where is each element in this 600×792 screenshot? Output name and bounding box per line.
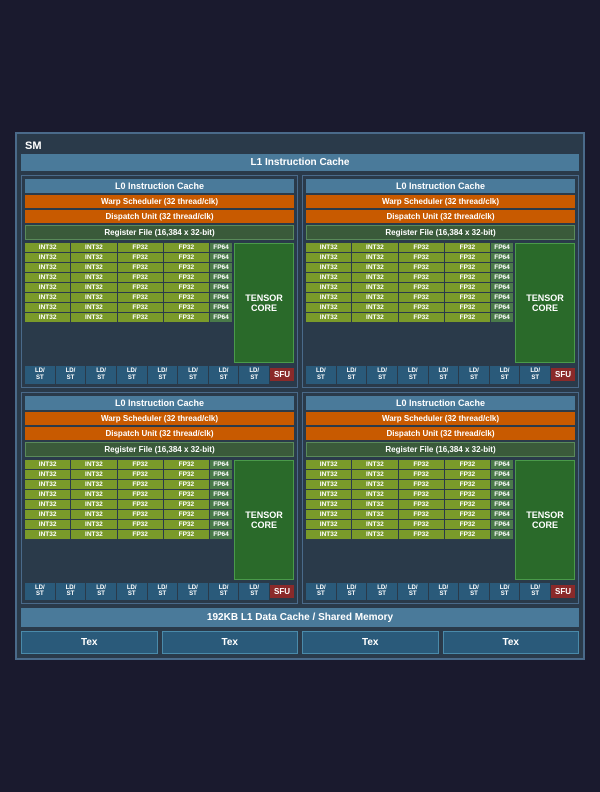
sm-label: SM (21, 138, 579, 154)
q2-int-fp-block: INT32INT32FP32FP32FP64 INT32INT32FP32FP3… (306, 243, 513, 363)
q4-l0-cache: L0 Instruction Cache (306, 396, 575, 410)
q3-sfu: SFU (270, 585, 294, 598)
q3-warp-scheduler: Warp Scheduler (32 thread/clk) (25, 412, 294, 425)
q4-dispatch-unit: Dispatch Unit (32 thread/clk) (306, 427, 575, 440)
q2-warp-scheduler: Warp Scheduler (32 thread/clk) (306, 195, 575, 208)
q1-register-file: Register File (16,384 x 32-bit) (25, 225, 294, 240)
q1-execution-area: INT32INT32FP32FP32FP64 INT32INT32FP32FP3… (25, 243, 294, 363)
q4-ld-st-row: LD/ST LD/ST LD/ST LD/ST LD/ST LD/ST LD/S… (306, 583, 575, 600)
quadrant-4: L0 Instruction Cache Warp Scheduler (32 … (302, 392, 579, 604)
l1-instruction-cache: L1 Instruction Cache (21, 154, 579, 171)
tex-unit-3: Tex (302, 631, 439, 654)
quadrant-3: L0 Instruction Cache Warp Scheduler (32 … (21, 392, 298, 604)
q1-l0-cache: L0 Instruction Cache (25, 179, 294, 193)
q4-sfu: SFU (551, 585, 575, 598)
q2-dispatch-unit: Dispatch Unit (32 thread/clk) (306, 210, 575, 223)
sm-container: SM L1 Instruction Cache L0 Instruction C… (15, 132, 585, 659)
q1-int-fp-block: INT32INT32FP32FP32FP64 INT32INT32FP32FP3… (25, 243, 232, 363)
q1-tensor-core: TENSOR CORE (234, 243, 294, 363)
q3-tensor-core: TENSOR CORE (234, 460, 294, 580)
q1-warp-scheduler: Warp Scheduler (32 thread/clk) (25, 195, 294, 208)
tex-unit-1: Tex (21, 631, 158, 654)
q2-execution-area: INT32INT32FP32FP32FP64 INT32INT32FP32FP3… (306, 243, 575, 363)
tex-unit-2: Tex (162, 631, 299, 654)
q3-l0-cache: L0 Instruction Cache (25, 396, 294, 410)
q4-warp-scheduler: Warp Scheduler (32 thread/clk) (306, 412, 575, 425)
q4-int-fp-block: INT32INT32FP32FP32FP64 INT32INT32FP32FP3… (306, 460, 513, 580)
q2-ld-st-row: LD/ST LD/ST LD/ST LD/ST LD/ST LD/ST LD/S… (306, 366, 575, 383)
q3-int-fp-block: INT32INT32FP32FP32FP64 INT32INT32FP32FP3… (25, 460, 232, 580)
q2-tensor-core: TENSOR CORE (515, 243, 575, 363)
l1-data-cache: 192KB L1 Data Cache / Shared Memory (21, 608, 579, 627)
quadrant-1: L0 Instruction Cache Warp Scheduler (32 … (21, 175, 298, 387)
q4-register-file: Register File (16,384 x 32-bit) (306, 442, 575, 457)
tex-unit-4: Tex (443, 631, 580, 654)
q3-dispatch-unit: Dispatch Unit (32 thread/clk) (25, 427, 294, 440)
q1-ld-st-row: LD/ST LD/ST LD/ST LD/ST LD/ST LD/ST LD/S… (25, 366, 294, 383)
q4-tensor-core: TENSOR CORE (515, 460, 575, 580)
quadrant-grid: L0 Instruction Cache Warp Scheduler (32 … (21, 175, 579, 603)
q2-l0-cache: L0 Instruction Cache (306, 179, 575, 193)
q3-ld-st-row: LD/ST LD/ST LD/ST LD/ST LD/ST LD/ST LD/S… (25, 583, 294, 600)
q1-dispatch-unit: Dispatch Unit (32 thread/clk) (25, 210, 294, 223)
q3-execution-area: INT32INT32FP32FP32FP64 INT32INT32FP32FP3… (25, 460, 294, 580)
quadrant-2: L0 Instruction Cache Warp Scheduler (32 … (302, 175, 579, 387)
tex-row: Tex Tex Tex Tex (21, 631, 579, 654)
q1-sfu: SFU (270, 368, 294, 381)
q2-sfu: SFU (551, 368, 575, 381)
q4-execution-area: INT32INT32FP32FP32FP64 INT32INT32FP32FP3… (306, 460, 575, 580)
q3-register-file: Register File (16,384 x 32-bit) (25, 442, 294, 457)
q2-register-file: Register File (16,384 x 32-bit) (306, 225, 575, 240)
